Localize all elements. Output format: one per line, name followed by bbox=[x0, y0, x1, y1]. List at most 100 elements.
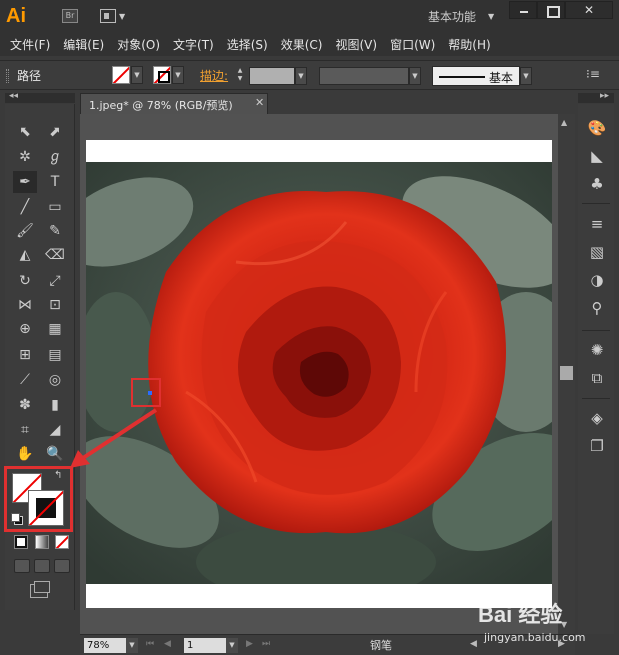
artboard-tool[interactable]: ⌗ bbox=[13, 419, 37, 441]
menu-help[interactable]: 帮助(H) bbox=[448, 34, 490, 56]
scroll-up-icon[interactable]: ▲ bbox=[561, 118, 567, 127]
watermark-url: jingyan.baidu.com bbox=[484, 631, 586, 644]
transform-icon[interactable]: ⧉ bbox=[587, 368, 607, 388]
bridge-button[interactable]: Br bbox=[62, 9, 78, 23]
mesh-tool[interactable]: ⊞ bbox=[13, 344, 37, 366]
close-icon[interactable]: ✕ bbox=[255, 96, 264, 109]
line-tool[interactable]: ╱ bbox=[13, 196, 37, 218]
stroke-weight-input[interactable] bbox=[249, 67, 295, 85]
eyedropper-tool[interactable]: ⟋ bbox=[13, 369, 37, 391]
brushes-icon[interactable]: ⚲ bbox=[587, 298, 607, 318]
symbol-sprayer-tool[interactable]: ✽ bbox=[13, 394, 37, 416]
default-fill-stroke-icon[interactable] bbox=[11, 513, 23, 525]
document-tab[interactable]: 1.jpeg* @ 78% (RGB/预览) ✕ bbox=[80, 93, 268, 114]
menu-select[interactable]: 选择(S) bbox=[227, 34, 268, 56]
menu-edit[interactable]: 编辑(E) bbox=[63, 34, 104, 56]
transparency-icon[interactable]: ▧ bbox=[587, 242, 607, 262]
anchor-point[interactable] bbox=[148, 391, 152, 395]
vertical-scrollbar[interactable]: ▲ ▼ bbox=[558, 114, 575, 634]
artboards-icon[interactable]: ❐ bbox=[587, 436, 607, 456]
menu-view[interactable]: 视图(V) bbox=[335, 34, 377, 56]
blob-brush-tool[interactable]: ◭ bbox=[13, 244, 37, 266]
zoom-input[interactable]: 78% bbox=[84, 638, 126, 653]
panel-menu-icon[interactable]: ⁝≡ bbox=[586, 67, 600, 81]
menu-type[interactable]: 文字(T) bbox=[173, 34, 214, 56]
next-artboard-icon[interactable]: ▶ bbox=[246, 639, 253, 649]
arrange-documents-button[interactable]: ▼ bbox=[100, 9, 128, 23]
appearance-icon[interactable]: ◑ bbox=[587, 270, 607, 290]
width-profile-dropdown[interactable]: ▼ bbox=[409, 67, 421, 85]
chevron-down-icon[interactable]: ▼ bbox=[488, 12, 494, 21]
draw-inside-button[interactable] bbox=[54, 559, 70, 573]
stroke-label[interactable]: 描边: bbox=[200, 67, 228, 84]
stroke-color-box[interactable] bbox=[28, 490, 64, 526]
artboard-dropdown[interactable]: ▼ bbox=[226, 638, 238, 653]
close-button[interactable] bbox=[565, 1, 613, 19]
color-mode-button[interactable] bbox=[14, 535, 28, 549]
brush-definition[interactable]: 基本 bbox=[432, 66, 520, 86]
blend-tool[interactable]: ◎ bbox=[43, 369, 67, 391]
fill-swatch[interactable] bbox=[112, 66, 130, 84]
color-guide-icon[interactable]: 🎨 bbox=[587, 118, 607, 138]
stroke-panel-icon[interactable]: ≡ bbox=[587, 214, 607, 234]
draw-behind-button[interactable] bbox=[34, 559, 50, 573]
graphic-styles-icon[interactable]: ✺ bbox=[587, 340, 607, 360]
draw-normal-button[interactable] bbox=[14, 559, 30, 573]
eraser-tool[interactable]: ⌫ bbox=[43, 244, 67, 266]
title-bar: Ai Br ▼ 基本功能 ▼ bbox=[0, 0, 619, 34]
maximize-button[interactable] bbox=[537, 1, 565, 19]
stroke-swatch[interactable] bbox=[153, 66, 171, 84]
stroke-dropdown[interactable]: ▼ bbox=[172, 66, 184, 84]
rotate-tool[interactable]: ↻ bbox=[13, 270, 37, 292]
direct-selection-tool[interactable]: ⬈ bbox=[43, 121, 67, 143]
menu-object[interactable]: 对象(O) bbox=[117, 34, 160, 56]
width-tool[interactable]: ⋈ bbox=[13, 294, 37, 316]
fill-dropdown[interactable]: ▼ bbox=[131, 66, 143, 84]
last-artboard-icon[interactable]: ⏭ bbox=[262, 639, 270, 649]
none-mode-button[interactable] bbox=[55, 535, 69, 549]
gradient-mode-button[interactable] bbox=[35, 535, 49, 549]
magic-wand-tool[interactable]: ✲ bbox=[13, 146, 37, 168]
first-artboard-icon[interactable]: ⏮ bbox=[146, 639, 154, 649]
scroll-thumb[interactable] bbox=[560, 366, 573, 380]
symbols-icon[interactable]: ♣ bbox=[587, 174, 607, 194]
baidu-watermark: Bai 经验 jingyan.baidu.com bbox=[478, 597, 618, 653]
current-tool-status[interactable]: 钢笔 bbox=[370, 637, 392, 653]
panel-grip[interactable] bbox=[6, 69, 9, 83]
panel-dock-header[interactable]: ▸▸ bbox=[578, 91, 614, 103]
rose-photo[interactable] bbox=[86, 162, 552, 584]
menu-window[interactable]: 窗口(W) bbox=[390, 34, 435, 56]
hand-tool[interactable]: ✋ bbox=[13, 443, 37, 465]
perspective-grid-tool[interactable]: ▦ bbox=[43, 318, 67, 340]
gradient-tool[interactable]: ▤ bbox=[43, 344, 67, 366]
stroke-weight-dropdown[interactable]: ▼ bbox=[295, 67, 307, 85]
illustrator-logo: Ai bbox=[6, 5, 26, 27]
type-tool[interactable]: T bbox=[43, 171, 67, 193]
expand-icon[interactable]: ▸▸ bbox=[600, 91, 609, 101]
menu-file[interactable]: 文件(F) bbox=[10, 34, 50, 56]
menu-effect[interactable]: 效果(C) bbox=[281, 34, 323, 56]
selection-tool[interactable]: ⬉ bbox=[13, 121, 37, 143]
paintbrush-tool[interactable]: 🖌 bbox=[13, 220, 37, 242]
layers-icon[interactable]: ◈ bbox=[587, 408, 607, 428]
scale-tool[interactable]: ⤢ bbox=[43, 270, 67, 292]
shape-builder-tool[interactable]: ⊕ bbox=[13, 318, 37, 340]
zoom-dropdown[interactable]: ▼ bbox=[126, 638, 138, 653]
minimize-button[interactable] bbox=[509, 1, 537, 19]
collapse-icon[interactable]: ◂◂ bbox=[9, 91, 18, 101]
free-transform-tool[interactable]: ⊡ bbox=[43, 294, 67, 316]
lasso-tool[interactable]: ℊ bbox=[43, 146, 67, 168]
variable-width-profile[interactable] bbox=[319, 67, 409, 85]
pencil-tool[interactable]: ✎ bbox=[43, 220, 67, 242]
screen-mode-button[interactable] bbox=[30, 581, 50, 598]
stroke-weight-stepper[interactable]: ▲ ▼ bbox=[234, 67, 246, 85]
menu-bar: 文件(F) 编辑(E) 对象(O) 文字(T) 选择(S) 效果(C) 视图(V… bbox=[0, 34, 619, 56]
rectangle-tool[interactable]: ▭ bbox=[43, 196, 67, 218]
brush-dropdown[interactable]: ▼ bbox=[520, 67, 532, 85]
artboard-number-input[interactable]: 1 bbox=[184, 638, 226, 653]
scroll-left-icon[interactable]: ◀ bbox=[470, 639, 477, 649]
toolbox-header[interactable]: ◂◂ bbox=[5, 91, 75, 103]
previous-artboard-icon[interactable]: ◀ bbox=[164, 639, 171, 649]
gradient-panel-icon[interactable]: ◣ bbox=[587, 146, 607, 166]
pen-tool[interactable]: ✒ bbox=[13, 171, 37, 193]
